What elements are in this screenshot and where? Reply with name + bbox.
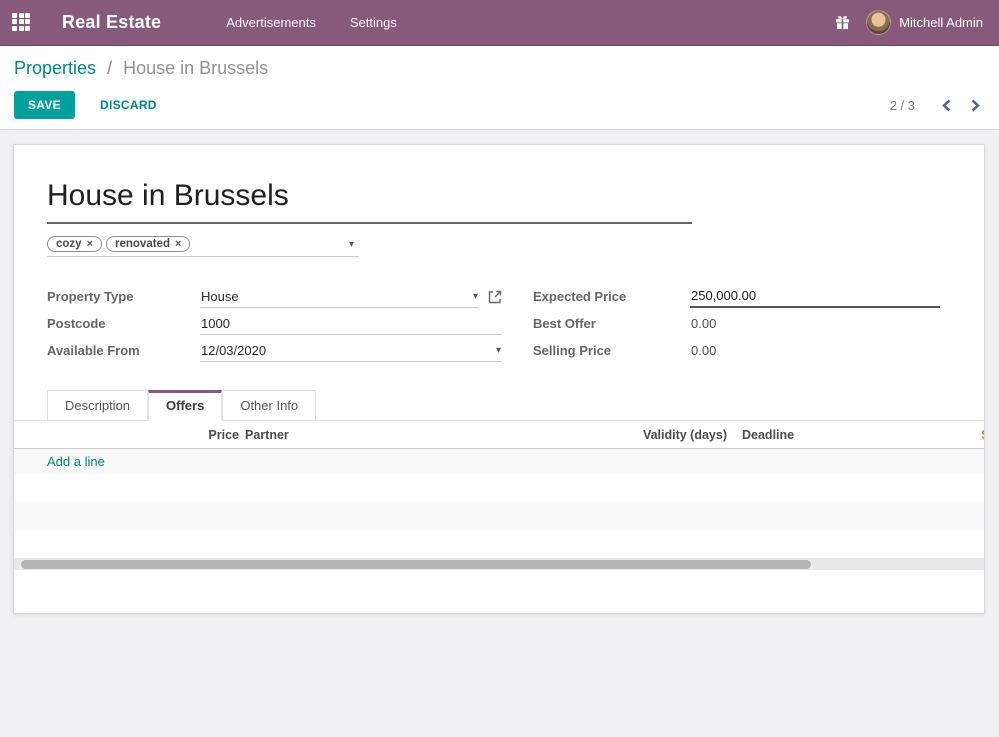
pager-previous-button[interactable] (939, 97, 954, 114)
column-header-price[interactable]: Price (14, 428, 239, 442)
tag-label: renovated (115, 238, 170, 250)
pager-value[interactable]: 2 / 3 (890, 98, 915, 113)
offers-table-header: Price Partner Validity (days) Deadline S (14, 421, 984, 449)
breadcrumb: Properties / House in Brussels (14, 58, 983, 79)
column-header-validity[interactable]: Validity (days) (525, 428, 727, 442)
app-title[interactable]: Real Estate (62, 12, 161, 33)
top-navbar: Real Estate Advertisements Settings Mitc… (0, 0, 999, 46)
pager: 2 / 3 (890, 97, 983, 114)
best-offer-value: 0.00 (690, 313, 717, 334)
tags-dropdown-icon[interactable]: ▾ (349, 239, 354, 250)
remove-tag-icon[interactable]: × (175, 238, 181, 250)
date-picker-caret-icon[interactable]: ▾ (496, 345, 501, 356)
breadcrumb-properties[interactable]: Properties (14, 58, 96, 78)
field-label-available-from: Available From (47, 343, 200, 358)
column-header-partner[interactable]: Partner (245, 428, 525, 442)
breadcrumb-current: House in Brussels (123, 58, 268, 78)
available-from-input[interactable]: 12/03/2020 ▾ (200, 340, 502, 362)
nav-item-advertisements[interactable]: Advertisements (216, 9, 326, 36)
dropdown-caret-icon[interactable]: ▾ (473, 291, 478, 302)
property-type-input[interactable]: House ▾ (200, 286, 479, 308)
selling-price-value: 0.00 (690, 340, 717, 361)
field-label-expected-price: Expected Price (533, 289, 690, 304)
chevron-left-icon (941, 99, 952, 112)
remove-tag-icon[interactable]: × (87, 238, 93, 250)
field-label-selling-price: Selling Price (533, 343, 690, 358)
tab-description[interactable]: Description (47, 390, 148, 421)
avatar (866, 10, 891, 35)
chevron-right-icon (970, 99, 981, 112)
field-label-property-type: Property Type (47, 289, 200, 304)
empty-table-row (14, 474, 984, 501)
add-a-line-link[interactable]: Add a line (47, 454, 105, 469)
table-row: Add a line (14, 449, 984, 474)
tab-other-info[interactable]: Other Info (222, 390, 316, 421)
user-name: Mitchell Admin (899, 15, 983, 30)
gift-icon[interactable] (835, 15, 850, 30)
expected-price-input[interactable]: 250,000.00 (690, 285, 940, 308)
save-button[interactable]: SAVE (14, 91, 75, 119)
tag-pill: renovated × (106, 236, 190, 252)
column-header-deadline[interactable]: Deadline (742, 428, 882, 442)
tag-pill: cozy × (47, 236, 102, 252)
control-panel: Properties / House in Brussels SAVE DISC… (0, 46, 999, 130)
tab-offers[interactable]: Offers (148, 390, 222, 421)
field-label-postcode: Postcode (47, 316, 200, 331)
clipped-column-fragment: S (981, 428, 985, 442)
notebook-tabs: Description Offers Other Info (14, 390, 984, 421)
horizontal-scrollbar-thumb[interactable] (21, 560, 811, 569)
nav-menu: Advertisements Settings (216, 9, 407, 36)
empty-table-row (14, 501, 984, 531)
form-sheet: House in Brussels cozy × renovated × ▾ P… (13, 144, 985, 614)
breadcrumb-separator: / (107, 58, 112, 78)
tags-input[interactable]: cozy × renovated × ▾ (47, 236, 359, 257)
tag-label: cozy (56, 238, 82, 250)
field-label-best-offer: Best Offer (533, 316, 690, 331)
property-name-input[interactable]: House in Brussels (47, 178, 692, 224)
sheet-bottom-area (14, 570, 984, 614)
nav-item-settings[interactable]: Settings (340, 9, 407, 36)
user-menu[interactable]: Mitchell Admin (866, 10, 983, 35)
discard-button[interactable]: DISCARD (90, 92, 167, 118)
empty-table-row (14, 531, 984, 558)
apps-menu-icon[interactable] (12, 13, 32, 33)
pager-next-button[interactable] (968, 97, 983, 114)
horizontal-scrollbar-track[interactable] (14, 558, 984, 570)
content-area: House in Brussels cozy × renovated × ▾ P… (0, 130, 999, 614)
postcode-input[interactable]: 1000 (200, 313, 502, 335)
external-link-icon[interactable] (488, 290, 502, 304)
